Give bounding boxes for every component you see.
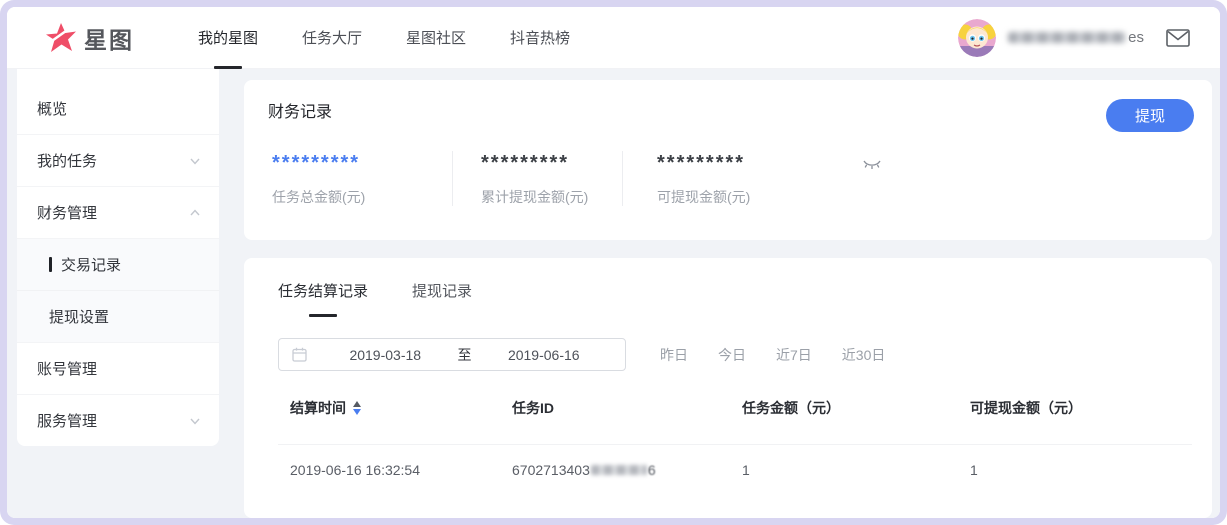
withdraw-button[interactable]: 提现 [1106, 99, 1194, 132]
task-id-redacted [591, 465, 647, 475]
quick-range-links: 昨日 今日 近7日 近30日 [660, 345, 915, 365]
active-nav-underline [214, 66, 242, 69]
envelope-icon [1166, 29, 1190, 47]
chevron-down-icon [189, 155, 201, 167]
xingtu-logo[interactable]: 星图 [45, 21, 134, 55]
column-withdrawable-amount: 可提现金额（元） [970, 398, 1192, 418]
sidebar-item-service-management[interactable]: 服务管理 [17, 394, 219, 446]
sidebar-item-transaction-records[interactable]: 交易记录 [17, 238, 219, 290]
tab-task-settlement-records[interactable]: 任务结算记录 [278, 280, 368, 317]
stat-withdrawable: ********* 可提现金额(元) [622, 151, 822, 206]
sidebar-item-label: 财务管理 [37, 202, 97, 223]
stat-label: 任务总金额(元) [272, 188, 452, 206]
user-name[interactable]: es [1008, 29, 1144, 46]
messages-button[interactable] [1166, 29, 1190, 47]
tab-label: 任务结算记录 [278, 280, 368, 301]
chevron-up-icon [189, 207, 201, 219]
sidebar-item-account-management[interactable]: 账号管理 [17, 342, 219, 394]
table-row: 2019-06-16 16:32:54 6702713403 6 1 1 [278, 445, 1192, 495]
sidebar: 概览 我的任务 财务管理 交易记录 [17, 69, 219, 446]
nav-item-douyin-hot[interactable]: 抖音热榜 [510, 7, 570, 69]
records-tabs: 任务结算记录 提现记录 [278, 280, 1192, 317]
column-task-id: 任务ID [512, 398, 742, 418]
nav-label: 任务大厅 [302, 27, 362, 48]
page: 星图 我的星图 任务大厅 星图社区 抖音热榜 [7, 7, 1220, 518]
task-id-suffix: 6 [648, 462, 656, 478]
window-frame: 星图 我的星图 任务大厅 星图社区 抖音热榜 [0, 0, 1227, 525]
eye-closed-toggle-icon[interactable] [862, 159, 882, 171]
stat-value-masked: ********* [657, 151, 822, 175]
star-logo-icon [45, 22, 77, 54]
records-card: 任务结算记录 提现记录 [244, 258, 1212, 518]
calendar-icon [292, 347, 307, 362]
stat-label: 累计提现金额(元) [481, 188, 622, 206]
finance-stats: ********* 任务总金额(元) ********* 累计提现金额(元) *… [268, 151, 1192, 206]
finance-summary-card: 财务记录 提现 ********* 任务总金额(元) ********* 累计提… [244, 80, 1212, 240]
column-settlement-time: 结算时间 [290, 398, 512, 418]
table-header: 结算时间 任务ID 任务金额（元） 可提现金额（元） [278, 398, 1192, 418]
task-id-visible: 6702713403 [512, 462, 590, 478]
stat-total-task-amount: ********* 任务总金额(元) [272, 151, 452, 206]
sidebar-item-label: 概览 [37, 98, 67, 119]
sidebar-item-label: 提现设置 [49, 306, 109, 327]
primary-nav: 我的星图 任务大厅 星图社区 抖音热榜 [198, 7, 614, 69]
sort-toggle-icon[interactable] [353, 401, 361, 415]
quick-range-7days[interactable]: 近7日 [776, 345, 812, 365]
nav-item-my-xingtu[interactable]: 我的星图 [198, 7, 258, 69]
cell-task-amount: 1 [742, 462, 970, 478]
stat-value-masked: ********* [481, 151, 622, 175]
nav-label: 星图社区 [406, 27, 466, 48]
active-tab-underline [309, 314, 337, 317]
tab-label: 提现记录 [412, 280, 472, 301]
sidebar-item-label: 服务管理 [37, 410, 97, 431]
content-area: 概览 我的任务 财务管理 交易记录 [7, 69, 1220, 518]
tab-withdraw-records[interactable]: 提现记录 [412, 280, 472, 317]
date-range-picker[interactable]: 2019-03-18 至 2019-06-16 [278, 338, 626, 371]
column-label: 结算时间 [290, 398, 346, 418]
main-column: 财务记录 提现 ********* 任务总金额(元) ********* 累计提… [244, 80, 1212, 518]
date-end[interactable]: 2019-06-16 [476, 347, 613, 363]
column-task-amount: 任务金额（元） [742, 398, 970, 418]
stat-value-masked: ********* [272, 151, 452, 175]
sidebar-item-label: 交易记录 [61, 254, 121, 275]
quick-range-yesterday[interactable]: 昨日 [660, 345, 688, 365]
stat-total-withdrawn: ********* 累计提现金额(元) [452, 151, 622, 206]
cell-withdrawable-amount: 1 [970, 462, 1192, 478]
sidebar-item-finance-management[interactable]: 财务管理 [17, 186, 219, 238]
nav-item-community[interactable]: 星图社区 [406, 7, 466, 69]
topbar-right: es [958, 19, 1190, 57]
filter-row: 2019-03-18 至 2019-06-16 昨日 今日 近7日 近30日 [278, 338, 1192, 371]
chevron-down-icon [189, 415, 201, 427]
nav-item-task-hall[interactable]: 任务大厅 [302, 7, 362, 69]
cell-settlement-time: 2019-06-16 16:32:54 [290, 462, 512, 478]
user-name-suffix: es [1128, 29, 1144, 46]
stat-label: 可提现金额(元) [657, 188, 822, 206]
caret-down-icon [353, 409, 361, 415]
user-avatar[interactable] [958, 19, 996, 57]
selected-indicator-bar [49, 257, 52, 272]
sidebar-item-my-tasks[interactable]: 我的任务 [17, 134, 219, 186]
date-start[interactable]: 2019-03-18 [317, 347, 454, 363]
sidebar-item-withdraw-settings[interactable]: 提现设置 [17, 290, 219, 342]
sidebar-item-overview[interactable]: 概览 [17, 82, 219, 134]
user-name-redacted [1008, 32, 1126, 43]
sidebar-item-label: 账号管理 [37, 358, 97, 379]
date-separator: 至 [454, 345, 476, 365]
quick-range-today[interactable]: 今日 [718, 345, 746, 365]
finance-records-title: 财务记录 [268, 102, 1192, 124]
top-navigation-bar: 星图 我的星图 任务大厅 星图社区 抖音热榜 [7, 7, 1220, 69]
nav-label: 我的星图 [198, 27, 258, 48]
nav-label: 抖音热榜 [510, 27, 570, 48]
quick-range-30days[interactable]: 近30日 [842, 345, 886, 365]
sidebar-item-label: 我的任务 [37, 150, 97, 171]
logo-text: 星图 [84, 21, 134, 55]
cell-task-id: 6702713403 6 [512, 462, 742, 478]
caret-up-icon [353, 401, 361, 407]
